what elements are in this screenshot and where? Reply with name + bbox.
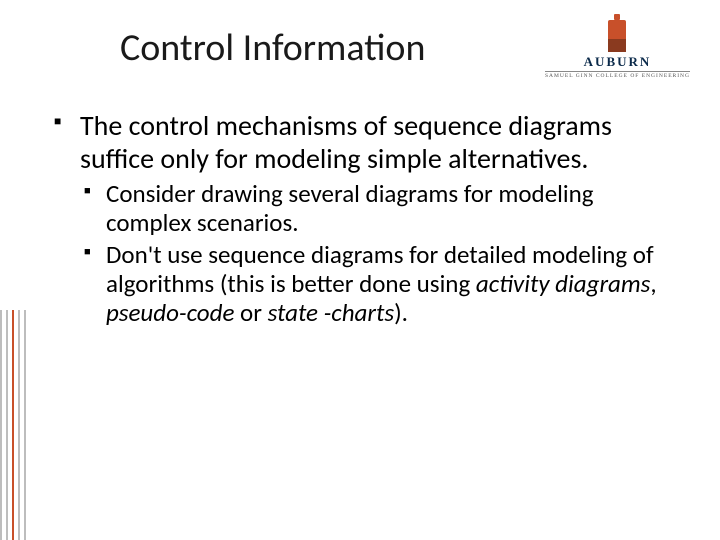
logo-subline: SAMUEL GINN COLLEGE OF ENGINEERING bbox=[545, 71, 690, 79]
slide-title: Control Information bbox=[120, 25, 425, 71]
auburn-logo: AUBURN SAMUEL GINN COLLEGE OF ENGINEERIN… bbox=[545, 20, 690, 79]
header: Control Information AUBURN SAMUEL GINN C… bbox=[50, 20, 680, 79]
bullet-text-part: or bbox=[234, 297, 267, 328]
bullet-list: The control mechanisms of sequence diagr… bbox=[50, 109, 680, 327]
emphasis: state -charts bbox=[268, 297, 394, 328]
body: The control mechanisms of sequence diagr… bbox=[50, 109, 680, 327]
slide: Control Information AUBURN SAMUEL GINN C… bbox=[0, 0, 720, 540]
list-item: The control mechanisms of sequence diagr… bbox=[50, 109, 680, 327]
sub-list: Consider drawing several diagrams for mo… bbox=[80, 179, 680, 327]
bullet-text: The control mechanisms of sequence diagr… bbox=[80, 108, 612, 176]
list-item: Consider drawing several diagrams for mo… bbox=[80, 179, 680, 237]
bullet-text: Consider drawing several diagrams for mo… bbox=[106, 178, 594, 238]
emphasis: pseudo-code bbox=[106, 297, 234, 328]
bullet-text-part: , bbox=[650, 268, 656, 299]
decorative-stripes bbox=[0, 310, 34, 540]
emphasis: activity diagrams bbox=[476, 268, 651, 299]
list-item: Don't use sequence diagrams for detailed… bbox=[80, 240, 680, 327]
logo-name: AUBURN bbox=[545, 54, 690, 70]
bullet-text-part: ). bbox=[394, 297, 408, 328]
tower-icon bbox=[608, 20, 626, 52]
